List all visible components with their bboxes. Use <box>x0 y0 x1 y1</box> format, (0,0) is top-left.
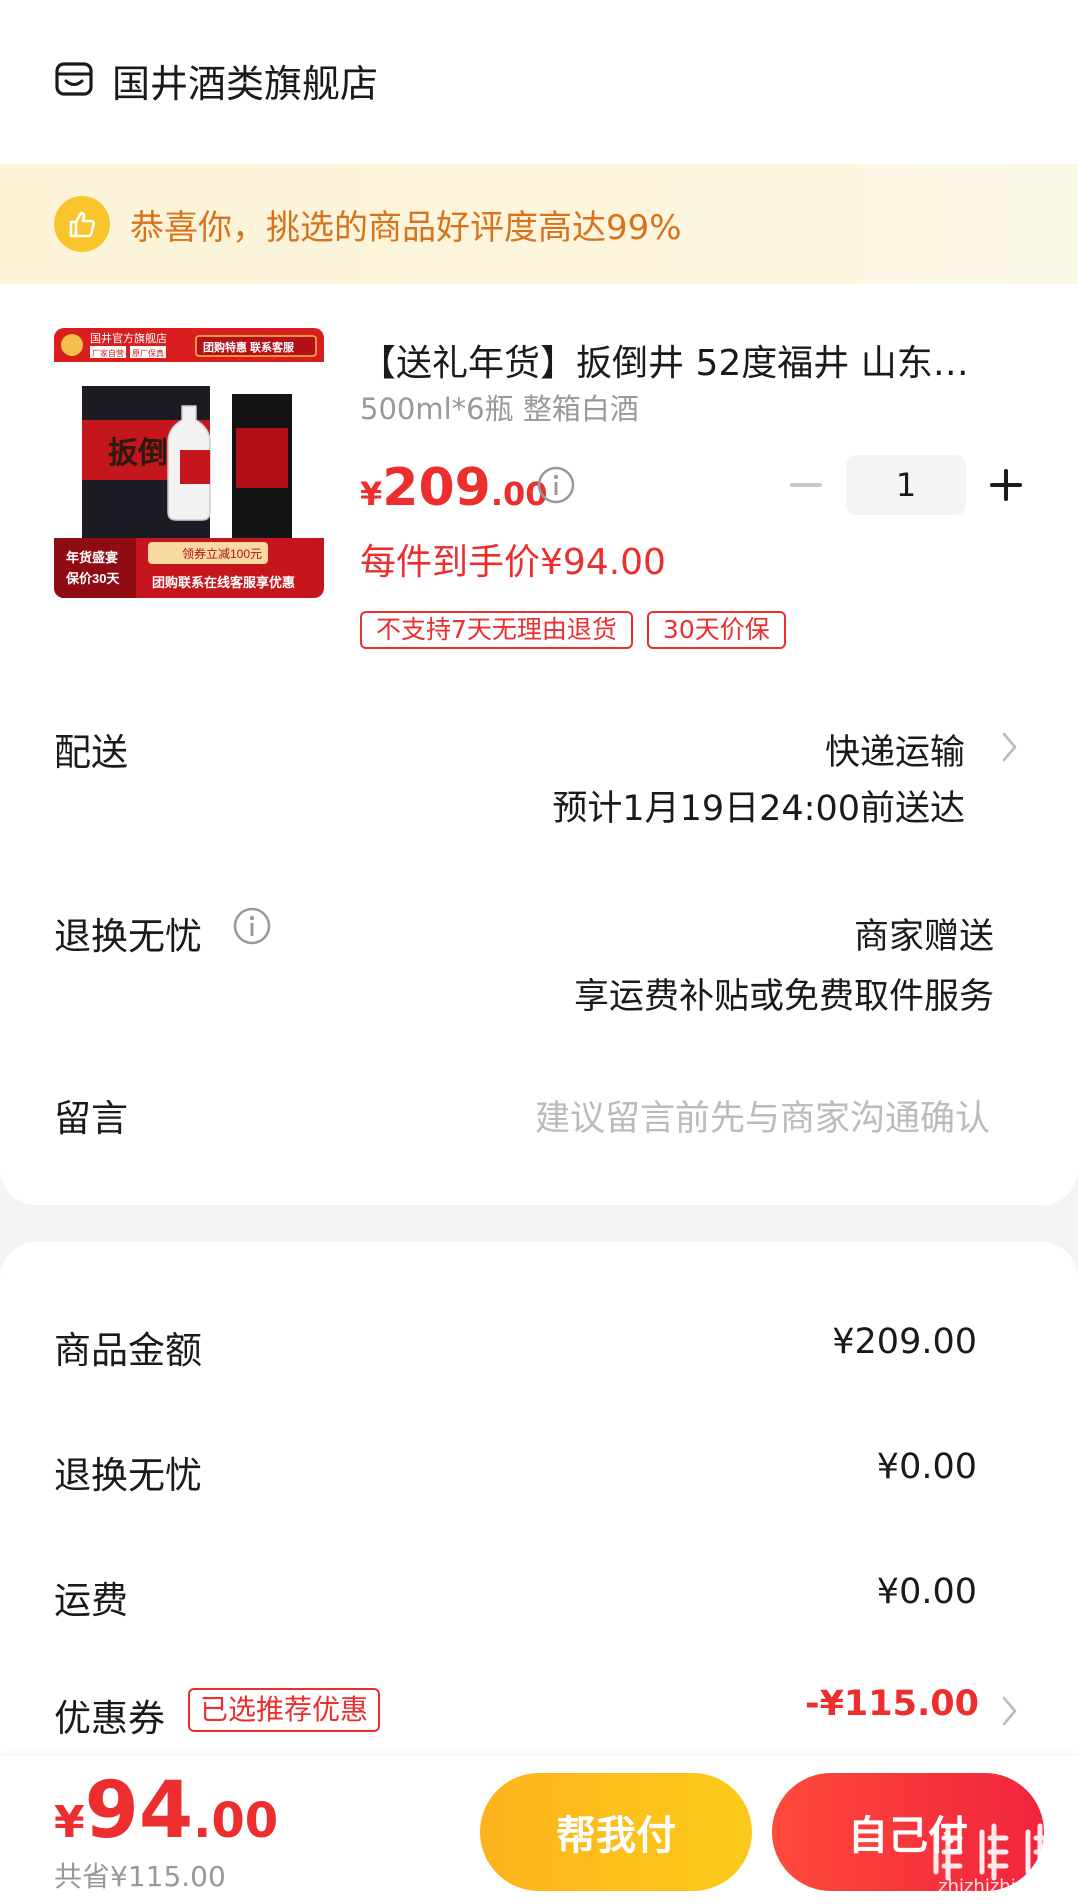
shipping-fee-label: 运费 <box>54 1579 128 1622</box>
delivery-method[interactable]: 快递运输 <box>825 724 965 775</box>
image-promo-text: 团购特惠 联系客服 <box>203 340 295 354</box>
quantity-increase-button[interactable] <box>986 465 1026 505</box>
product-price: ¥ 209 .00 <box>360 458 548 518</box>
product-title[interactable]: 【送礼年货】扳倒井 52度福井 山东… <box>360 334 1020 386</box>
price-info-icon[interactable] <box>536 465 576 505</box>
price-currency: ¥ <box>360 475 383 513</box>
rating-banner: 恭喜你，挑选的商品好评度高达99% <box>0 164 1078 284</box>
store-icon <box>55 62 93 96</box>
return-service-desc: 享运费补贴或免费取件服务 <box>573 977 994 1017</box>
watermark-text: zhizhizhi.com <box>938 1876 1060 1897</box>
help-me-pay-button[interactable]: 帮我付 <box>480 1773 752 1891</box>
coupon-label: 优惠券 <box>54 1697 165 1740</box>
product-image[interactable]: 国井官方旗舰店 厂家自营 原厂保真 团购特惠 联系客服 扳倒井 年货盛宴 保价3… <box>54 328 324 598</box>
coupon-tag: 已选推荐优惠 <box>188 1688 381 1732</box>
price-integer: 209 <box>382 458 491 518</box>
image-coupon-text: 领券立减100元 <box>182 546 262 561</box>
thumbs-up-icon <box>54 196 110 252</box>
image-header-text: 国井官方旗舰店 <box>90 331 167 345</box>
goods-amount-value: ¥209.00 <box>832 1322 977 1362</box>
total-price: ¥ 94 .00 <box>54 1766 278 1856</box>
chevron-right-icon[interactable] <box>1000 730 1020 764</box>
image-contact-text: 团购联系在线客服享优惠 <box>152 575 295 590</box>
unit-price-text: 每件到手价¥94.00 <box>360 542 666 583</box>
total-currency: ¥ <box>54 1797 85 1848</box>
total-integer: 94 <box>84 1766 194 1856</box>
image-festival-text-2: 保价30天 <box>65 571 120 586</box>
tag-price-protect[interactable]: 30天价保 <box>646 611 786 649</box>
product-tags: 不支持7天无理由退货 30天价保 <box>360 611 786 649</box>
return-service-label: 退换无忧 <box>54 915 202 958</box>
product-spec[interactable]: 500ml*6瓶 整箱白酒 <box>360 386 639 428</box>
saved-amount: 共省¥115.00 <box>54 1860 226 1893</box>
message-label: 留言 <box>54 1097 128 1140</box>
image-header-sub2: 原厂保真 <box>132 348 164 358</box>
return-service-provider: 商家赠送 <box>853 917 994 957</box>
quantity-input[interactable]: 1 <box>846 455 966 515</box>
return-fee-label: 退换无忧 <box>54 1454 202 1497</box>
return-fee-value: ¥0.00 <box>876 1447 977 1487</box>
order-card: 国井酒类旗舰店 恭喜你，挑选的商品好评度高达99% 国井官方旗舰店 厂家自营 原… <box>0 0 1078 1205</box>
shipping-fee-value: ¥0.00 <box>876 1572 977 1612</box>
coupon-value[interactable]: -¥115.00 <box>805 1684 979 1724</box>
goods-amount-label: 商品金额 <box>54 1329 202 1372</box>
quantity-decrease-button[interactable] <box>786 470 826 500</box>
rating-banner-text: 恭喜你，挑选的商品好评度高达99% <box>130 207 682 248</box>
message-input[interactable]: 建议留言前先与商家沟通确认 <box>535 1090 990 1141</box>
total-decimal: .00 <box>193 1793 279 1849</box>
delivery-label: 配送 <box>54 731 128 774</box>
delivery-eta: 预计1月19日24:00前送达 <box>552 789 965 829</box>
store-name: 国井酒类旗舰店 <box>112 61 379 106</box>
tag-no-return: 不支持7天无理由退货 <box>360 611 633 649</box>
store-header[interactable]: 国井酒类旗舰店 <box>54 52 378 108</box>
return-info-icon[interactable] <box>232 906 272 946</box>
image-header-sub1: 厂家自营 <box>92 348 124 358</box>
chevron-right-icon[interactable] <box>1000 1694 1020 1728</box>
image-festival-text: 年货盛宴 <box>66 550 118 565</box>
